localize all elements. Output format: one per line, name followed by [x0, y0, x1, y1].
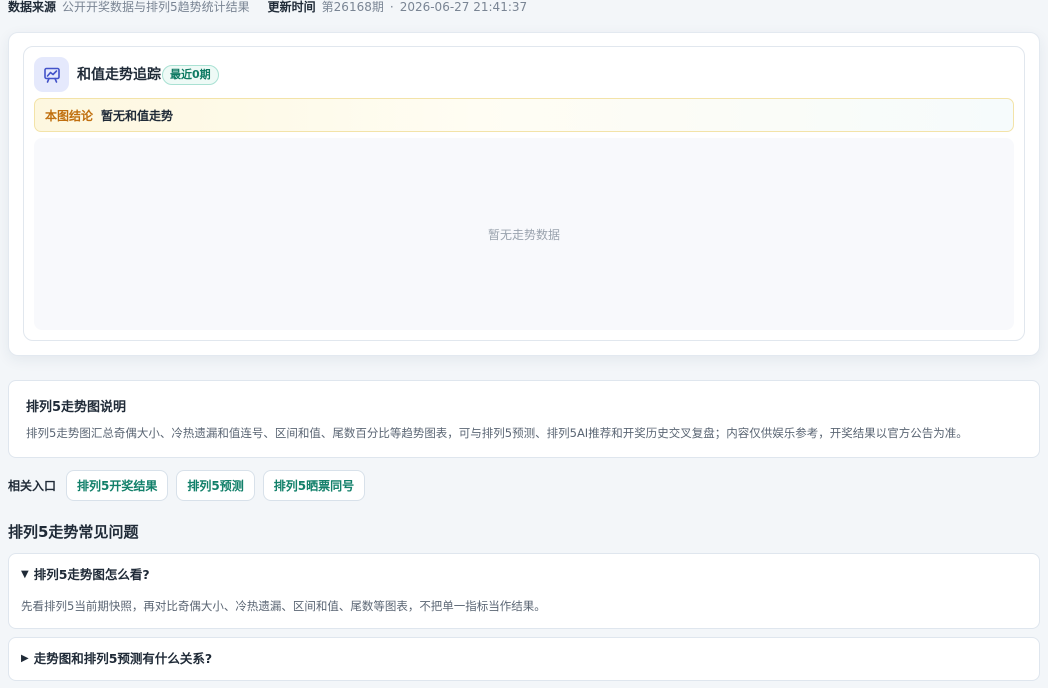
recent-periods-badge: 最近0期	[162, 65, 219, 85]
meta-separator: ·	[389, 0, 394, 14]
caret-right-icon: ▶	[21, 653, 29, 664]
chart-plot-area: 暂无走势数据	[34, 138, 1014, 330]
faq-question-toggle[interactable]: ▶ 走势图和排列5预测有什么关系?	[21, 651, 212, 667]
chart-title: 和值走势追踪	[77, 67, 161, 83]
explain-body: 排列5走势图汇总奇偶大小、冷热遗漏和值连号、区间和值、尾数百分比等趋势图表，可与…	[26, 426, 968, 440]
explain-title: 排列5走势图说明	[26, 400, 127, 415]
related-label: 相关入口	[8, 479, 57, 493]
trend-chart-icon	[34, 57, 69, 92]
faq-item: ▶ 走势图和排列5预测有什么关系?	[8, 637, 1040, 681]
link-prediction[interactable]: 排列5预测	[176, 470, 255, 501]
link-draw-results[interactable]: 排列5开奖结果	[66, 470, 169, 501]
caret-down-icon: ▼	[21, 569, 29, 580]
chart-panel: 和值走势追踪 最近0期 本图结论 暂无和值走势 暂无走势数据	[23, 46, 1025, 341]
conclusion-text: 暂无和值走势	[101, 108, 174, 123]
source-label: 数据来源	[8, 0, 57, 14]
faq-answer: 先看排列5当前期快照，再对比奇偶大小、冷热遗漏、区间和值、尾数等图表，不把单一指…	[21, 599, 546, 613]
update-timestamp: 2026-06-27 21:41:37	[399, 0, 528, 14]
chart-conclusion: 本图结论 暂无和值走势	[34, 98, 1014, 132]
source-value: 公开开奖数据与排列5趋势统计结果	[62, 0, 250, 14]
update-label: 更新时间	[267, 0, 316, 14]
link-shared-tickets[interactable]: 排列5晒票同号	[262, 470, 366, 501]
data-meta-row: 数据来源 公开开奖数据与排列5趋势统计结果 更新时间 第26168期 · 202…	[8, 0, 545, 14]
chart-card: 和值走势追踪 最近0期 本图结论 暂无和值走势 暂无走势数据	[8, 32, 1040, 356]
faq-question: 走势图和排列5预测有什么关系?	[33, 651, 213, 666]
empty-state-text: 暂无走势数据	[487, 227, 560, 242]
faq-question: 排列5走势图怎么看?	[33, 567, 150, 582]
faq-question-toggle[interactable]: ▼ 排列5走势图怎么看?	[21, 567, 150, 583]
related-links-row: 相关入口 排列5开奖结果 排列5预测 排列5晒票同号	[8, 470, 373, 501]
explain-card: 排列5走势图说明 排列5走势图汇总奇偶大小、冷热遗漏和值连号、区间和值、尾数百分…	[8, 380, 1040, 458]
issue-number: 第26168期	[321, 0, 384, 14]
faq-item: ▼ 排列5走势图怎么看? 先看排列5当前期快照，再对比奇偶大小、冷热遗漏、区间和…	[8, 553, 1040, 629]
conclusion-label: 本图结论	[45, 108, 94, 123]
faq-title: 排列5走势常见问题	[8, 523, 139, 541]
